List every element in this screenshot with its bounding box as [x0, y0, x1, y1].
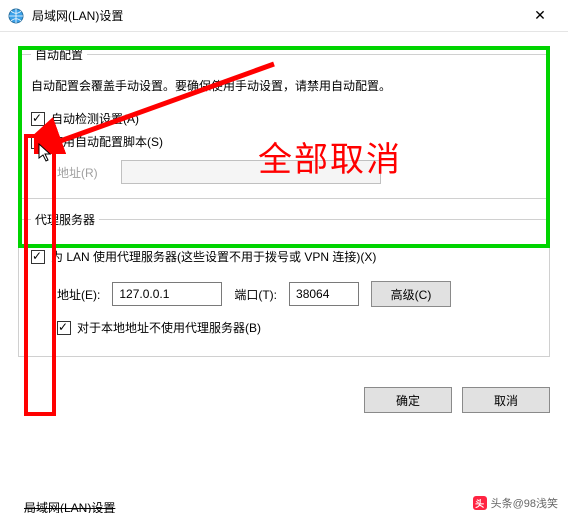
script-address-label: 地址(R)	[57, 164, 111, 181]
dialog-body: 自动配置 自动配置会覆盖手动设置。要确保使用手动设置，请禁用自动配置。 自动检测…	[0, 32, 568, 379]
bypass-local-label: 对于本地地址不使用代理服务器(B)	[77, 319, 261, 336]
watermark-text: 头条@98浅笑	[491, 495, 558, 511]
auto-config-group: 自动配置 自动配置会覆盖手动设置。要确保使用手动设置，请禁用自动配置。 自动检测…	[18, 46, 550, 199]
use-proxy-checkbox[interactable]	[31, 250, 45, 264]
proxy-port-label: 端口(T):	[234, 286, 277, 303]
use-script-checkbox[interactable]	[31, 135, 45, 149]
dialog-footer: 确定 取消	[0, 379, 568, 427]
auto-config-description: 自动配置会覆盖手动设置。要确保使用手动设置，请禁用自动配置。	[31, 77, 537, 96]
watermark-icon: 头	[473, 496, 487, 510]
cancel-button[interactable]: 取消	[462, 387, 550, 413]
auto-detect-label: 自动检测设置(A)	[51, 110, 139, 127]
auto-detect-row: 自动检测设置(A)	[31, 110, 537, 127]
script-address-row: 地址(R)	[57, 160, 537, 184]
ok-button[interactable]: 确定	[364, 387, 452, 413]
use-script-label: 使用自动配置脚本(S)	[51, 133, 163, 150]
truncated-next-dialog: 局域网(LAN)设置	[24, 499, 164, 513]
auto-config-legend: 自动配置	[31, 46, 87, 63]
globe-icon	[8, 8, 24, 24]
proxy-legend: 代理服务器	[31, 211, 99, 228]
titlebar: 局域网(LAN)设置 ✕	[0, 0, 568, 32]
proxy-fields: 地址(E): 端口(T): 高级(C)	[57, 281, 537, 307]
proxy-address-label: 地址(E):	[57, 286, 100, 303]
advanced-button[interactable]: 高级(C)	[371, 281, 451, 307]
bypass-local-checkbox[interactable]	[57, 321, 71, 335]
window-title: 局域网(LAN)设置	[32, 7, 520, 24]
watermark: 头 头条@98浅笑	[473, 495, 558, 511]
use-proxy-row: 为 LAN 使用代理服务器(这些设置不用于拨号或 VPN 连接)(X)	[31, 248, 537, 265]
script-address-input	[121, 160, 381, 184]
proxy-address-input[interactable]	[112, 282, 222, 306]
proxy-group: 代理服务器 为 LAN 使用代理服务器(这些设置不用于拨号或 VPN 连接)(X…	[18, 211, 550, 357]
auto-detect-checkbox[interactable]	[31, 112, 45, 126]
use-proxy-label: 为 LAN 使用代理服务器(这些设置不用于拨号或 VPN 连接)(X)	[51, 248, 376, 265]
close-button[interactable]: ✕	[520, 2, 560, 30]
proxy-port-input[interactable]	[289, 282, 359, 306]
bypass-local-row: 对于本地地址不使用代理服务器(B)	[57, 319, 537, 336]
use-script-row: 使用自动配置脚本(S)	[31, 133, 537, 150]
